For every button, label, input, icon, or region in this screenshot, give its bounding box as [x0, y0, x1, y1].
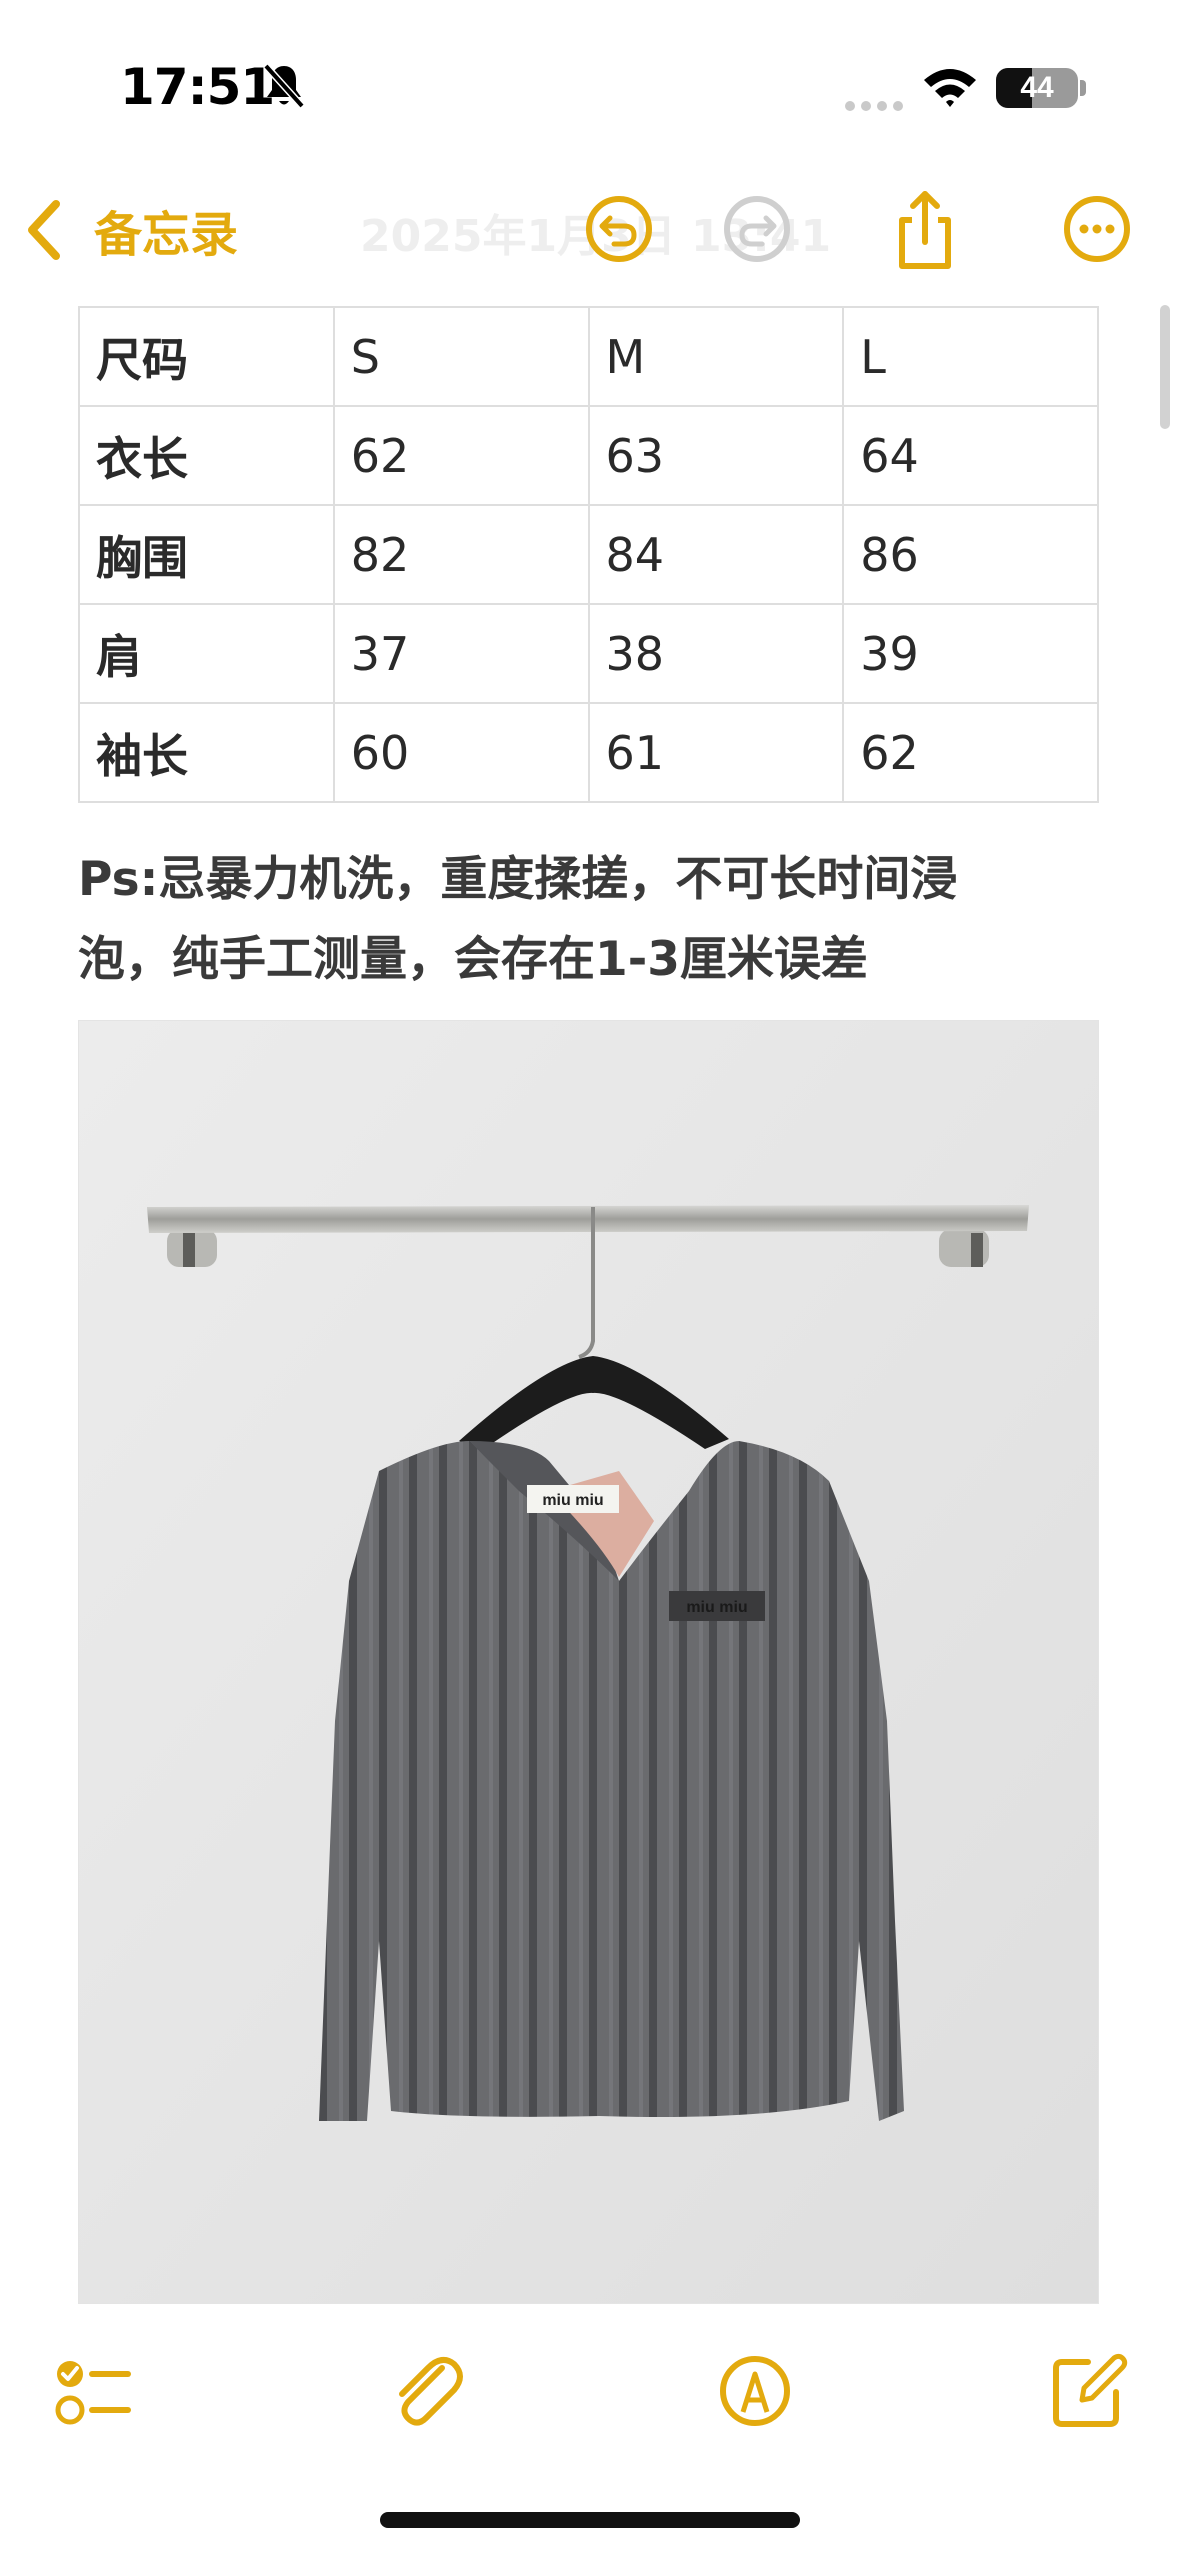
- table-cell[interactable]: 39: [842, 603, 1099, 704]
- cellular-signal-icon: [845, 96, 909, 115]
- table-row: 袖长 60 61 62: [78, 702, 1099, 803]
- size-table: 尺码 S M L 衣长 62 63 64 胸围 82 84 86 肩 37 38…: [78, 306, 1099, 803]
- undo-icon[interactable]: [574, 184, 664, 274]
- table-cell[interactable]: 37: [332, 603, 590, 704]
- table-cell[interactable]: 61: [587, 702, 845, 803]
- table-row: 肩 37 38 39: [78, 603, 1099, 704]
- compose-icon[interactable]: [1044, 2348, 1130, 2434]
- wifi-icon: [924, 69, 976, 107]
- markup-pen-icon[interactable]: [712, 2348, 798, 2434]
- chest-badge: miu miu: [686, 1599, 747, 1616]
- table-cell[interactable]: 尺码: [78, 306, 335, 407]
- bell-slash-icon: [263, 63, 305, 109]
- table-row: 衣长 62 63 64: [78, 405, 1099, 506]
- table-cell[interactable]: S: [332, 306, 590, 407]
- scrollbar[interactable]: [1160, 305, 1170, 429]
- more-icon[interactable]: [1052, 184, 1142, 274]
- table-cell[interactable]: 60: [332, 702, 590, 803]
- share-icon[interactable]: [880, 184, 970, 274]
- table-cell[interactable]: 肩: [78, 603, 335, 704]
- back-label: 备忘录: [94, 207, 239, 263]
- note-text[interactable]: Ps:忌暴力机洗，重度揉搓，不可长时间浸 泡，纯手工测量，会存在1-3厘米误差: [78, 840, 1138, 1000]
- paperclip-icon[interactable]: [384, 2348, 470, 2434]
- table-cell[interactable]: 82: [332, 504, 590, 605]
- table-cell[interactable]: 63: [587, 405, 845, 506]
- product-photo[interactable]: miu miu miu miu: [78, 1020, 1099, 2304]
- status-time: 17:51: [120, 58, 275, 116]
- note-line: Ps:忌暴力机洗，重度揉搓，不可长时间浸: [78, 852, 958, 907]
- table-cell[interactable]: 84: [587, 504, 845, 605]
- battery-nub: [1080, 80, 1086, 96]
- sweater-image: miu miu miu miu: [79, 1021, 1098, 2303]
- table-cell[interactable]: L: [842, 306, 1099, 407]
- table-header-row: 尺码 S M L: [78, 306, 1099, 407]
- checklist-icon[interactable]: [50, 2348, 136, 2434]
- battery-icon: 44: [996, 68, 1078, 108]
- chevron-left-icon: [28, 200, 60, 260]
- home-indicator[interactable]: [380, 2512, 800, 2528]
- table-cell[interactable]: 64: [842, 405, 1099, 506]
- redo-icon[interactable]: [712, 184, 802, 274]
- back-button[interactable]: 备忘录: [24, 188, 238, 272]
- table-cell[interactable]: 衣长: [78, 405, 335, 506]
- table-cell[interactable]: 62: [332, 405, 590, 506]
- status-bar: 17:51 44: [0, 0, 1179, 170]
- note-line: 泡，纯手工测量，会存在1-3厘米误差: [78, 932, 868, 987]
- table-cell[interactable]: 袖长: [78, 702, 335, 803]
- table-cell[interactable]: 38: [587, 603, 845, 704]
- table-cell[interactable]: 胸围: [78, 504, 335, 605]
- table-cell[interactable]: 62: [842, 702, 1099, 803]
- navigation-bar: 备忘录 2025年1月3日 13:41: [0, 170, 1179, 290]
- table-row: 胸围 82 84 86: [78, 504, 1099, 605]
- table-cell[interactable]: 86: [842, 504, 1099, 605]
- bottom-toolbar: [0, 2320, 1179, 2460]
- neck-label: miu miu: [542, 1492, 603, 1509]
- battery-percent: 44: [1020, 71, 1054, 104]
- table-cell[interactable]: M: [587, 306, 845, 407]
